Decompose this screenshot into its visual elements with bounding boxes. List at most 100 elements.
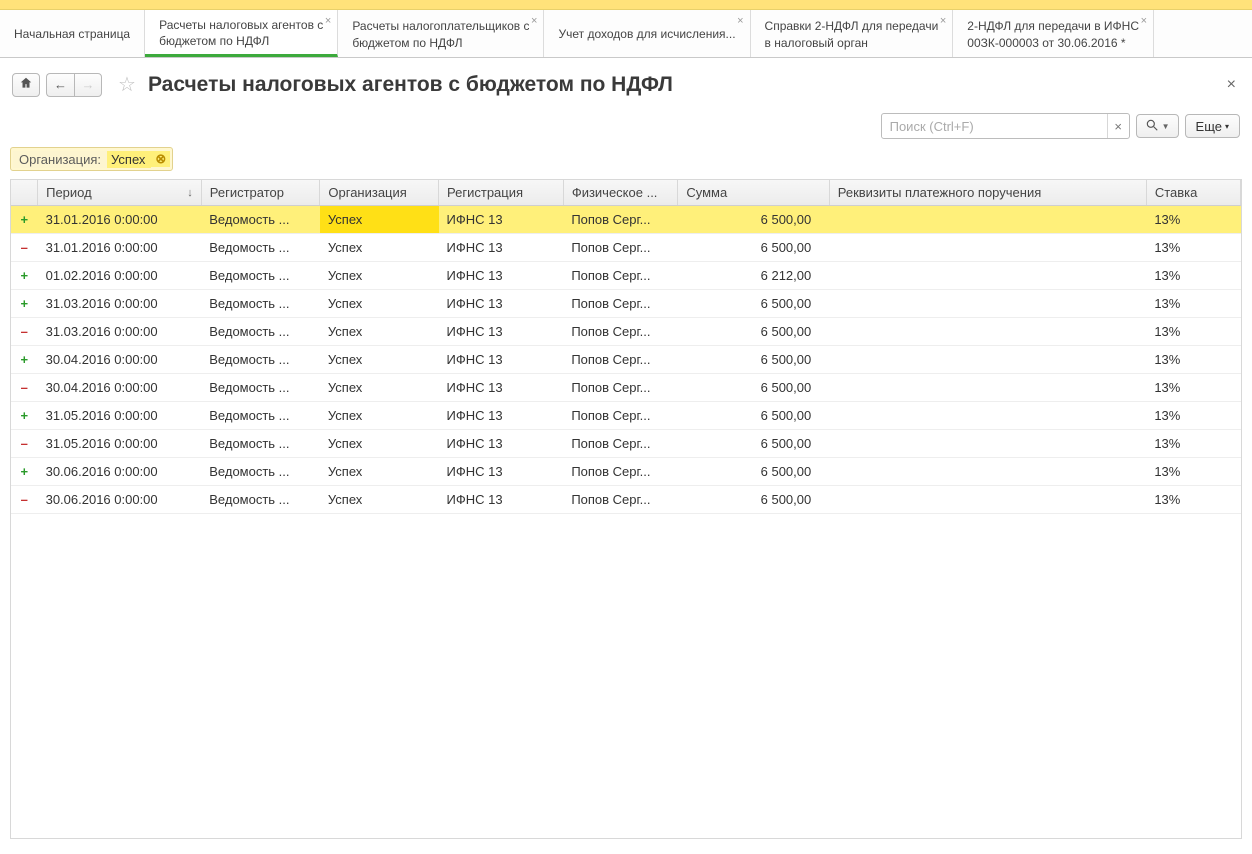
tab-close-icon[interactable]: × bbox=[737, 14, 743, 29]
cell: Попов Серг... bbox=[563, 290, 678, 318]
cell: Попов Серг... bbox=[563, 206, 678, 234]
tab[interactable]: Расчеты налогоплательщиков сбюджетом по … bbox=[338, 10, 544, 57]
tab[interactable]: Учет доходов для исчисления...× bbox=[544, 10, 750, 57]
tab[interactable]: Справки 2-НДФЛ для передачив налоговый о… bbox=[751, 10, 954, 57]
minus-icon: – bbox=[21, 324, 28, 339]
cell: Успех bbox=[320, 262, 439, 290]
cell: Ведомость ... bbox=[201, 290, 320, 318]
search-clear-button[interactable]: × bbox=[1107, 114, 1129, 138]
col-payment-reqs[interactable]: Реквизиты платежного поручения bbox=[829, 180, 1146, 206]
cell: ИФНС 13 bbox=[439, 486, 564, 514]
cell bbox=[829, 402, 1146, 430]
col-sign[interactable] bbox=[11, 180, 38, 206]
col-registration[interactable]: Регистрация bbox=[439, 180, 564, 206]
cell: 31.03.2016 0:00:00 bbox=[38, 318, 202, 346]
filter-chip-value: Успех bbox=[107, 151, 151, 168]
table-row[interactable]: +30.06.2016 0:00:00Ведомость ...УспехИФН… bbox=[11, 458, 1241, 486]
nav-buttons: ← → bbox=[46, 73, 102, 97]
minus-icon: – bbox=[21, 436, 28, 451]
home-button[interactable] bbox=[12, 73, 40, 97]
cell: Ведомость ... bbox=[201, 374, 320, 402]
col-sum[interactable]: Сумма bbox=[678, 180, 829, 206]
tab[interactable]: 2-НДФЛ для передачи в ИФНС00ЗК-000003 от… bbox=[953, 10, 1154, 57]
minus-icon: – bbox=[21, 380, 28, 395]
cell: Попов Серг... bbox=[563, 486, 678, 514]
cell: 13% bbox=[1146, 402, 1240, 430]
table-row[interactable]: +01.02.2016 0:00:00Ведомость ...УспехИФН… bbox=[11, 262, 1241, 290]
arrow-right-icon: → bbox=[82, 77, 95, 92]
favorite-star-icon[interactable]: ☆ bbox=[118, 72, 136, 97]
cell: ИФНС 13 bbox=[439, 290, 564, 318]
cell: 6 500,00 bbox=[678, 290, 829, 318]
cell: Успех bbox=[320, 486, 439, 514]
cell bbox=[829, 458, 1146, 486]
cell: ИФНС 13 bbox=[439, 374, 564, 402]
arrow-left-icon: ← bbox=[54, 77, 67, 92]
plus-icon: + bbox=[21, 212, 29, 227]
tab-close-icon[interactable]: × bbox=[940, 14, 946, 29]
table-row[interactable]: –30.04.2016 0:00:00Ведомость ...УспехИФН… bbox=[11, 374, 1241, 402]
table-row[interactable]: –31.03.2016 0:00:00Ведомость ...УспехИФН… bbox=[11, 318, 1241, 346]
cell: 6 500,00 bbox=[678, 430, 829, 458]
col-period[interactable]: Период ↓ bbox=[38, 180, 202, 206]
cell bbox=[829, 290, 1146, 318]
back-button[interactable]: ← bbox=[46, 73, 74, 97]
cell: 31.01.2016 0:00:00 bbox=[38, 206, 202, 234]
cell: Попов Серг... bbox=[563, 458, 678, 486]
search-input[interactable] bbox=[882, 116, 1107, 137]
cell: Попов Серг... bbox=[563, 346, 678, 374]
tab-close-icon[interactable]: × bbox=[1141, 14, 1147, 29]
cell: 13% bbox=[1146, 318, 1240, 346]
tab-close-icon[interactable]: × bbox=[325, 14, 331, 29]
tab[interactable]: Начальная страница bbox=[0, 10, 145, 57]
cell: ИФНС 13 bbox=[439, 206, 564, 234]
cell bbox=[829, 430, 1146, 458]
cell bbox=[829, 318, 1146, 346]
col-person[interactable]: Физическое ... bbox=[563, 180, 678, 206]
cell: 30.04.2016 0:00:00 bbox=[38, 346, 202, 374]
sort-asc-icon: ↓ bbox=[187, 187, 193, 199]
cell: Успех bbox=[320, 290, 439, 318]
cell: Ведомость ... bbox=[201, 402, 320, 430]
cell: 13% bbox=[1146, 374, 1240, 402]
cell: – bbox=[11, 374, 38, 402]
cell: 6 500,00 bbox=[678, 486, 829, 514]
cell: ИФНС 13 bbox=[439, 458, 564, 486]
cell: 6 500,00 bbox=[678, 346, 829, 374]
search-button[interactable]: ▼ bbox=[1136, 114, 1179, 138]
cell: Успех bbox=[320, 374, 439, 402]
cell: ИФНС 13 bbox=[439, 262, 564, 290]
cell: Ведомость ... bbox=[201, 318, 320, 346]
col-registrar[interactable]: Регистратор bbox=[201, 180, 320, 206]
col-organization[interactable]: Организация bbox=[320, 180, 439, 206]
cell: Успех bbox=[320, 234, 439, 262]
table-row[interactable]: +31.05.2016 0:00:00Ведомость ...УспехИФН… bbox=[11, 402, 1241, 430]
cell: Успех bbox=[320, 430, 439, 458]
table-row[interactable]: –31.01.2016 0:00:00Ведомость ...УспехИФН… bbox=[11, 234, 1241, 262]
cell: 13% bbox=[1146, 234, 1240, 262]
tab[interactable]: Расчеты налоговых агентов сбюджетом по Н… bbox=[145, 10, 338, 57]
cell: + bbox=[11, 346, 38, 374]
tab-close-icon[interactable]: × bbox=[531, 14, 537, 29]
table-row[interactable]: –31.05.2016 0:00:00Ведомость ...УспехИФН… bbox=[11, 430, 1241, 458]
filter-chip-organization[interactable]: Организация: Успех ⊗ bbox=[10, 147, 173, 171]
more-button[interactable]: Еще ▾ bbox=[1185, 114, 1240, 138]
cell: 30.06.2016 0:00:00 bbox=[38, 486, 202, 514]
cell: ИФНС 13 bbox=[439, 318, 564, 346]
table-row[interactable]: +30.04.2016 0:00:00Ведомость ...УспехИФН… bbox=[11, 346, 1241, 374]
plus-icon: + bbox=[21, 268, 29, 283]
table-row[interactable]: +31.01.2016 0:00:00Ведомость ...УспехИФН… bbox=[11, 206, 1241, 234]
table-row[interactable]: +31.03.2016 0:00:00Ведомость ...УспехИФН… bbox=[11, 290, 1241, 318]
cell: Ведомость ... bbox=[201, 234, 320, 262]
table-row[interactable]: –30.06.2016 0:00:00Ведомость ...УспехИФН… bbox=[11, 486, 1241, 514]
plus-icon: + bbox=[21, 408, 29, 423]
filter-chip-remove-icon[interactable]: ⊗ bbox=[151, 151, 170, 167]
close-page-button[interactable]: × bbox=[1223, 76, 1240, 94]
forward-button[interactable]: → bbox=[74, 73, 102, 97]
cell bbox=[829, 262, 1146, 290]
data-grid: Период ↓ Регистратор Организация Регистр… bbox=[10, 179, 1242, 839]
tab-label: бюджетом по НДФЛ bbox=[159, 33, 323, 49]
cell: 31.01.2016 0:00:00 bbox=[38, 234, 202, 262]
cell: Попов Серг... bbox=[563, 430, 678, 458]
col-rate[interactable]: Ставка bbox=[1146, 180, 1240, 206]
